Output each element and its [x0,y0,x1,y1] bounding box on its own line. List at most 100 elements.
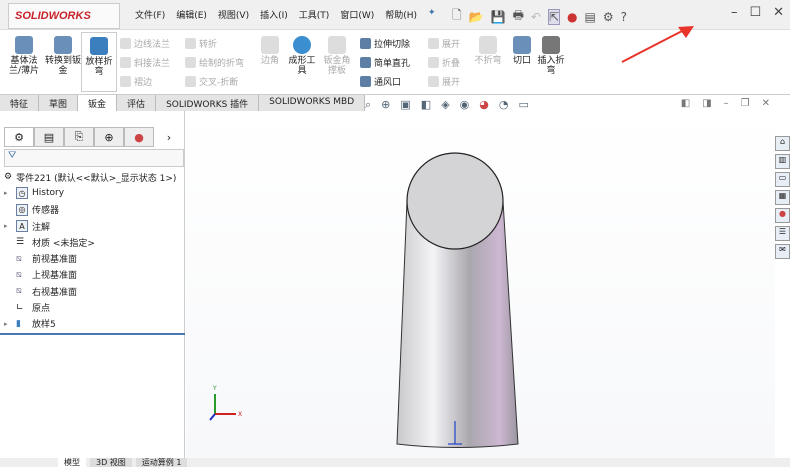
prev-view-icon[interactable]: ◧ [681,98,690,109]
menu-bar: 文件(F) 编辑(E) 视图(V) 插入(I) 工具(T) 窗口(W) 帮助(H… [135,8,436,21]
minimize-icon[interactable]: – [731,5,738,20]
pin-icon[interactable]: ✦ [428,8,436,21]
convert-to-sheet-metal-button[interactable]: 转换到钣金 [45,36,81,76]
property-manager-tab-icon[interactable]: ▤ [34,127,64,147]
extruded-cut-button[interactable]: 拉伸切除 [360,37,410,50]
display-manager-tab-icon[interactable]: ● [124,127,154,147]
no-bends-button[interactable]: 不折弯 [472,36,504,66]
menu-help[interactable]: 帮助(H) [385,8,417,21]
miter-flange-button[interactable]: 斜接法兰 [120,56,170,69]
expand-tabs-icon[interactable]: › [154,127,184,147]
graphics-area[interactable]: Y X [186,111,775,458]
sketched-bend-button[interactable]: 绘制的折弯 [185,56,244,69]
edge-flange-button[interactable]: 边线法兰 [120,37,170,50]
forming-tool-icon [293,36,311,54]
home-icon[interactable]: ⌂ [775,136,790,151]
panel-splitter[interactable] [0,333,185,335]
appearances-icon[interactable]: ● [775,208,790,223]
hide-show-icon[interactable]: ◉ [460,98,470,112]
menu-file[interactable]: 文件(F) [135,8,165,21]
feature-manager-tab-icon[interactable]: ⚙ [4,127,34,147]
file-properties-icon[interactable]: ▤ [585,10,596,24]
open-icon[interactable]: 📂 [469,10,484,24]
tab-motion-study[interactable]: 运动算例 1 [135,458,188,467]
tab-sheet-metal[interactable]: 钣金 [78,95,118,111]
corners-button[interactable]: 边角 [258,36,282,66]
annotations-folder-icon: A [16,220,28,233]
menu-window[interactable]: 窗口(W) [340,8,374,21]
file-explorer-icon[interactable]: ▭ [775,172,790,187]
appearance-icon[interactable]: ◕ [479,98,489,112]
forming-tool-button[interactable]: 成形工具 [287,36,317,76]
help-icon[interactable]: ? [621,10,627,24]
dimxpert-tab-icon[interactable]: ⊕ [94,127,124,147]
viewport-close-icon[interactable]: ✕ [762,98,770,109]
zoom-area-icon[interactable]: ⊕ [381,98,390,112]
tab-addins[interactable]: SOLIDWORKS 插件 [156,95,260,111]
plane-icon: ⧅ [16,286,22,297]
tree-item-annotations[interactable]: ▸ A 注解 [4,218,176,234]
view-settings-icon[interactable]: ▭ [519,98,529,112]
tab-model[interactable]: 模型 [58,458,86,467]
vent-button[interactable]: 通风口 [360,75,401,88]
forum-icon[interactable]: ✉ [775,244,790,259]
unfold-button[interactable]: 展开 [428,37,460,50]
view-palette-icon[interactable]: ▦ [775,190,790,205]
save-icon[interactable]: 💾 [491,10,506,24]
tree-item-material[interactable]: ☰ 材质 <未指定> [4,234,176,250]
undo-icon[interactable]: ↶ [531,10,541,24]
display-style-icon[interactable]: ◈ [441,98,449,112]
tree-item-loft[interactable]: ▸ ▮ 放样5 [4,316,176,332]
new-icon[interactable]: 🗋 [452,6,462,27]
menu-view[interactable]: 视图(V) [218,8,249,21]
gusset-button[interactable]: 钣金角撑板 [322,36,352,76]
tree-item-history[interactable]: ▸ ◷ History [4,185,176,201]
tree-item-right-plane[interactable]: ⧅ 右视基准面 [4,283,176,299]
menu-insert[interactable]: 插入(I) [260,8,288,21]
cross-break-button[interactable]: 交叉-折断 [185,75,238,88]
view-orientation-icon[interactable]: ◧ [421,98,431,112]
viewport-minimize-icon[interactable]: – [724,98,729,109]
section-view-icon[interactable]: ▣ [400,98,410,112]
tree-root[interactable]: ⚙ 零件221 (默认<<默认>_显示状态 1>) [4,169,176,185]
tab-mbd[interactable]: SOLIDWORKS MBD [259,95,366,111]
next-view-icon[interactable]: ◨ [702,98,711,109]
tree-filter[interactable]: ⛛ [4,149,184,167]
flatten-button[interactable]: 展开 [428,75,460,88]
tab-sketch[interactable]: 草图 [39,95,79,111]
quick-access-toolbar: 🗋 📂 💾 🖶 ↶ ⇱ ● ▤ ⚙ ? [452,6,627,27]
tab-evaluate[interactable]: 评估 [117,95,157,111]
base-flange-button[interactable]: 基体法兰/薄片 [6,36,42,76]
tree-item-top-plane[interactable]: ⧅ 上视基准面 [4,267,176,283]
fold-button[interactable]: 折叠 [428,56,460,69]
close-icon[interactable]: ✕ [773,5,784,20]
resources-icon[interactable]: ▥ [775,154,790,169]
scene-icon[interactable]: ◔ [499,98,509,112]
tree-item-sensors[interactable]: ◎ 传感器 [4,202,176,218]
jog-button[interactable]: 转折 [185,37,217,50]
print-icon[interactable]: 🖶 [513,6,524,27]
top-face [406,152,504,250]
feature-manager-panel: ⚙ ▤ ⎘ ⊕ ● › ⛛ ⚙ 零件221 (默认<<默认>_显示状态 1>) ▸… [0,111,185,458]
zoom-to-fit-icon[interactable]: ⌕ [365,98,371,112]
maximize-icon[interactable]: ☐ [749,5,761,20]
insert-bends-button[interactable]: 插入折弯 [536,36,566,76]
menu-edit[interactable]: 编辑(E) [176,8,207,21]
custom-properties-icon[interactable]: ☰ [775,226,790,241]
tree-item-origin[interactable]: ∟ 原点 [4,299,176,315]
tab-features[interactable]: 特征 [0,95,40,111]
simple-hole-button[interactable]: 简单直孔 [360,56,410,69]
options-gear-icon[interactable]: ⚙ [603,10,614,24]
configuration-manager-tab-icon[interactable]: ⎘ [64,127,94,147]
hem-button[interactable]: 褶边 [120,75,152,88]
menu-tools[interactable]: 工具(T) [299,8,330,21]
tree-item-front-plane[interactable]: ⧅ 前视基准面 [4,250,176,266]
select-icon[interactable]: ⇱ [547,8,561,25]
viewport-restore-icon[interactable]: ❐ [741,98,750,109]
orientation-triad [209,394,236,421]
task-pane-tabs: ⌂ ▥ ▭ ▦ ● ☰ ✉ [775,136,790,259]
tab-3d-views[interactable]: 3D 视图 [90,458,132,467]
rip-button[interactable]: 切口 [510,36,534,66]
lofted-bend-button[interactable]: 放样折弯 [81,32,117,92]
rebuild-icon[interactable]: ● [567,10,577,24]
